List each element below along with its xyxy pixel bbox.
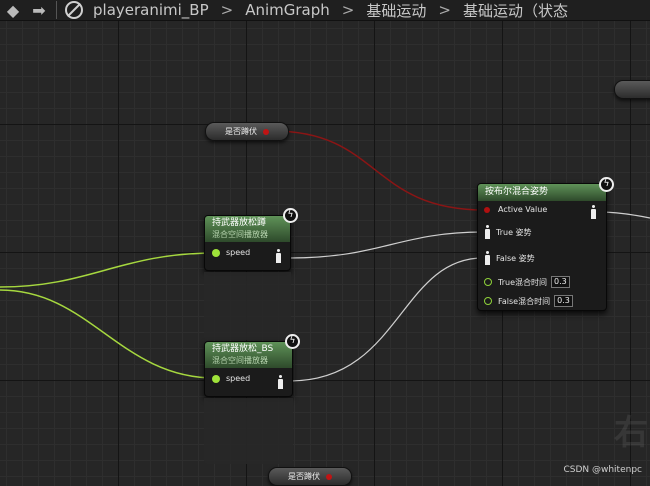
bool-pin-icon[interactable] (484, 206, 490, 213)
variable-label: 是否蹲伏 (225, 127, 257, 136)
pose-pin-icon[interactable] (277, 375, 284, 389)
lightning-icon: ϟ (285, 334, 300, 349)
pose-pin-icon[interactable] (484, 251, 491, 265)
pose-pin-icon[interactable] (275, 249, 282, 263)
blendspace-player-node-2[interactable]: 持武器放松_BS 混合空间播放器 speed (204, 341, 293, 397)
node-shadow-column (204, 272, 291, 340)
node-header: 持武器放松蹲 混合空间播放器 (205, 216, 290, 242)
lightning-icon: ϟ (599, 177, 614, 192)
pose-output-pin[interactable] (275, 249, 287, 263)
pin-label: False混合时间 (498, 296, 551, 306)
false-pose-pin[interactable]: False 姿势 (484, 251, 535, 265)
pin-label: True混合时间 (498, 277, 547, 287)
pose-pin-icon[interactable] (484, 225, 491, 239)
active-value-pin[interactable]: Active Value (484, 205, 547, 214)
pose-output-pin[interactable] (277, 375, 289, 389)
node-subtitle: 混合空间播放器 (212, 356, 268, 365)
speed-wire-2[interactable] (0, 289, 216, 379)
pin-label: True 姿势 (496, 227, 532, 237)
node-subtitle: 混合空间播放器 (212, 230, 268, 239)
lightning-icon: ϟ (283, 208, 298, 223)
true-pose-pin[interactable]: True 姿势 (484, 225, 532, 239)
blendspace-player-node-1[interactable]: 持武器放松蹲 混合空间播放器 speed (204, 215, 291, 271)
node-title: 按布尔混合姿势 (485, 187, 549, 197)
false-blend-time-input[interactable]: 0.3 (554, 295, 573, 307)
pin-label: speed (226, 374, 251, 383)
pose-pin-icon[interactable] (590, 205, 597, 219)
float-pin-icon[interactable] (484, 278, 492, 286)
float-pin-icon[interactable] (212, 374, 220, 383)
float-pin-icon[interactable] (212, 248, 220, 257)
false-blend-time-pin[interactable]: False混合时间 0.3 (484, 295, 573, 307)
true-blend-time-pin[interactable]: True混合时间 0.3 (484, 276, 570, 288)
variable-label: 是否蹲伏 (288, 472, 320, 481)
bool-wire[interactable] (272, 130, 486, 211)
output-pose-wire[interactable] (599, 211, 650, 219)
node-shadow-column (204, 398, 293, 464)
watermark-logo: 右 (614, 413, 648, 453)
pin-label: False 姿势 (496, 253, 535, 263)
true-blend-time-input[interactable]: 0.3 (551, 276, 570, 288)
float-pin-icon[interactable] (484, 297, 492, 305)
blend-poses-by-bool-node[interactable]: 按布尔混合姿势 Active Value True 姿势 False 姿势 Tr… (477, 183, 607, 311)
variable-node-is-crouching-2[interactable]: 是否蹲伏 (268, 467, 352, 486)
speed-input-pin[interactable]: speed (212, 248, 250, 257)
true-pose-wire[interactable] (289, 231, 484, 259)
watermark-text: CSDN @whitenpc (563, 465, 642, 475)
node-title: 持武器放松_BS (212, 344, 274, 354)
variable-node-is-crouching[interactable]: 是否蹲伏 (205, 122, 289, 141)
node-header: 持武器放松_BS 混合空间播放器 (205, 342, 292, 368)
speed-wire-1[interactable] (0, 252, 216, 288)
bool-output-pin[interactable] (326, 473, 332, 480)
pose-output-pin[interactable] (590, 205, 602, 219)
node-header: 按布尔混合姿势 (478, 184, 606, 201)
partial-node-right[interactable] (614, 80, 650, 99)
node-title: 持武器放松蹲 (212, 218, 267, 228)
speed-input-pin[interactable]: speed (212, 374, 250, 383)
false-pose-wire[interactable] (289, 257, 484, 382)
pin-label: Active Value (498, 205, 548, 214)
bool-output-pin[interactable] (263, 128, 269, 135)
pin-label: speed (226, 248, 251, 257)
